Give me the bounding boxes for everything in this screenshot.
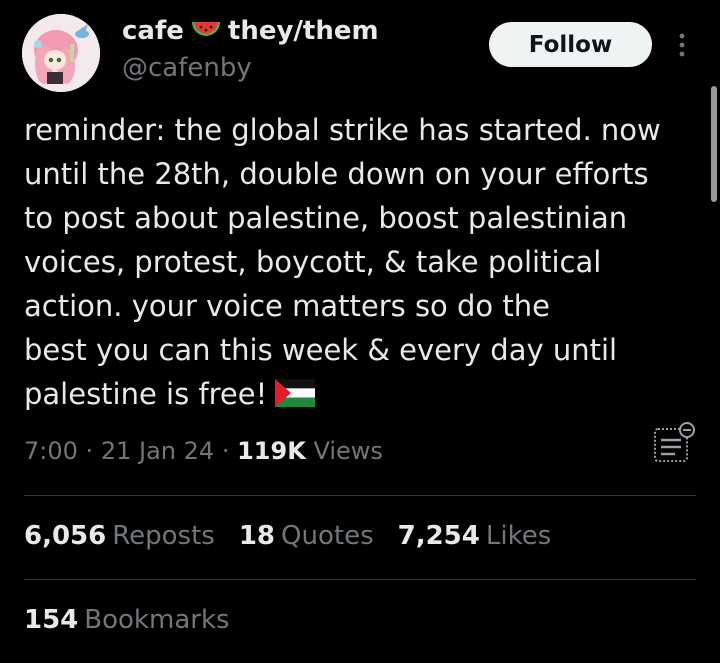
views-label: Views	[313, 437, 383, 465]
tweet-line: palestine is free!	[24, 377, 268, 411]
likes-stat[interactable]: 7,254 Likes	[398, 521, 552, 551]
scrollbar-thumb[interactable]	[711, 86, 717, 202]
display-name-text: cafe	[122, 16, 184, 46]
tweet-line: reminder: the global strike has started.…	[24, 113, 661, 147]
tweet-line: to post about palestine, boost palestini…	[24, 201, 628, 235]
reposts-count: 6,056	[24, 521, 107, 551]
bookmarks-stat[interactable]: 154 Bookmarks	[24, 605, 230, 635]
likes-label: Likes	[485, 521, 552, 551]
bookmarks-label: Bookmarks	[84, 605, 230, 635]
engagement-stats: 6,056 Reposts 18 Quotes 7,254 Likes	[24, 521, 551, 551]
pronouns: they/them	[227, 16, 379, 46]
watermelon-icon	[191, 22, 220, 36]
tweet-text: reminder: the global strike has started.…	[24, 108, 700, 416]
meta-separator: ·	[221, 437, 230, 465]
quotes-count: 18	[238, 521, 276, 551]
tweet-date[interactable]: 21 Jan 24	[101, 437, 214, 465]
follow-button[interactable]: Follow	[489, 22, 652, 67]
avatar[interactable]	[22, 14, 100, 92]
bookmarks-count: 154	[24, 605, 79, 635]
analytics-icon[interactable]	[652, 420, 698, 466]
quotes-stat[interactable]: 18 Quotes	[239, 521, 374, 551]
likes-count: 7,254	[397, 521, 480, 551]
tweet-line: best you can this week & every day until	[24, 333, 618, 367]
views-count: 119K	[237, 437, 306, 465]
avatar-image	[22, 14, 100, 92]
tweet-line: action. your voice matters so do the	[24, 289, 550, 323]
user-handle[interactable]: @cafenby	[122, 53, 252, 83]
divider	[24, 495, 696, 496]
tweet-meta: 7:00 · 21 Jan 24 · 119K Views	[24, 437, 383, 465]
quotes-label: Quotes	[281, 521, 374, 551]
reposts-label: Reposts	[112, 521, 215, 551]
display-name[interactable]: cafe they/them	[122, 16, 379, 46]
meta-separator: ·	[85, 437, 94, 465]
more-options-icon[interactable]	[672, 30, 692, 60]
tweet-time[interactable]: 7:00	[24, 437, 78, 465]
reposts-stat[interactable]: 6,056 Reposts	[24, 521, 215, 551]
tweet-line: voices, protest, boycott, & take politic…	[24, 245, 602, 279]
tweet-line: until the 28th, double down on your effo…	[24, 157, 649, 191]
tweet-line-last: palestine is free!	[24, 372, 700, 416]
divider	[24, 579, 696, 580]
palestine-flag-icon	[275, 379, 316, 407]
